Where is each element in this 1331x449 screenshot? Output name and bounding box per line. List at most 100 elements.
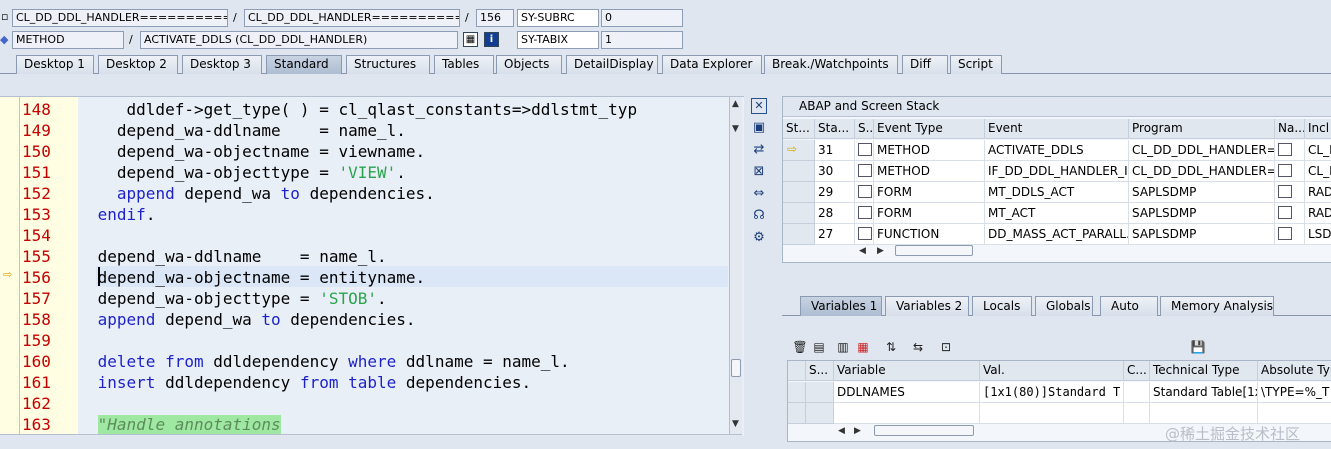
editor-vscroll-thumb[interactable]	[731, 359, 741, 377]
navigate-icon[interactable]	[1278, 227, 1292, 240]
stack-cell[interactable]	[855, 140, 874, 161]
tab-objects[interactable]: Objects	[496, 55, 562, 74]
maximize-icon[interactable]: ⊠	[751, 164, 767, 180]
variables-tab[interactable]: Variables 2	[885, 296, 969, 316]
stack-cell[interactable]: IF_DD_DDL_HANDLER_I...	[985, 161, 1129, 182]
stack-column-header[interactable]: Incl	[1305, 119, 1331, 139]
scroll-page-down-icon[interactable]: ▼	[732, 124, 739, 134]
variables-column-header[interactable]: Variable	[834, 361, 980, 381]
code-line[interactable]: append depend_wa to dependencies.	[88, 183, 435, 204]
stack-column-header[interactable]: Event	[985, 119, 1129, 139]
tab-desktop-1[interactable]: Desktop 1	[16, 55, 94, 74]
tab-script[interactable]: Script	[950, 55, 1002, 74]
navigate-icon[interactable]	[1278, 164, 1292, 177]
stack-cell[interactable]	[855, 161, 874, 182]
scroll-up-arrow-icon[interactable]: ▲	[732, 99, 739, 109]
code-line[interactable]: delete from ddldependency where ddlname …	[88, 351, 570, 372]
variables-tab[interactable]: Memory Analysis	[1160, 296, 1274, 316]
code-line[interactable]: depend_wa-ddlname = name_l.	[88, 246, 387, 267]
stack-row-marker[interactable]: ⇨	[783, 140, 815, 161]
swap-icon[interactable]: ⇔	[751, 186, 767, 202]
variables-cell[interactable]: DDLNAMES	[834, 382, 980, 403]
code-line[interactable]: depend_wa-objectname = entityname.	[88, 267, 426, 288]
stack-scroll-right-icon[interactable]: ▶	[877, 246, 884, 256]
stack-cell[interactable]	[855, 203, 874, 224]
variables-column-header[interactable]	[788, 361, 806, 381]
stack-column-header[interactable]: Program	[1129, 119, 1275, 139]
stack-cell[interactable]: CL_DD_DDL_HANDLER=...	[1129, 140, 1275, 161]
stack-cell[interactable]: 28	[815, 203, 855, 224]
import-icon[interactable]: ⇆	[910, 339, 926, 355]
services-icon[interactable]: ☊	[751, 208, 767, 224]
sysvar-name-tabix[interactable]: SY-TABIX	[517, 31, 599, 49]
variables-row-marker[interactable]	[788, 382, 806, 403]
stack-cell[interactable]: METHOD	[874, 140, 985, 161]
variables-column-header[interactable]: Technical Type	[1150, 361, 1258, 381]
variables-cell[interactable]	[1150, 403, 1258, 424]
stack-cell[interactable]	[855, 224, 874, 245]
stack-column-header[interactable]: Na...	[1275, 119, 1305, 139]
code-line[interactable]: append depend_wa to dependencies.	[88, 309, 416, 330]
variables-column-header[interactable]: S...	[806, 361, 834, 381]
info-icon[interactable]: i	[484, 32, 499, 47]
scroll-down-arrow-icon[interactable]: ▼	[732, 419, 739, 429]
stack-cell[interactable]: 30	[815, 161, 855, 182]
variables-cell[interactable]	[1258, 403, 1331, 424]
tab-standard[interactable]: Standard	[266, 55, 342, 74]
stack-row-marker[interactable]	[783, 203, 815, 224]
stack-column-header[interactable]: S...	[855, 119, 874, 139]
stack-cell[interactable]	[1275, 182, 1305, 203]
settings-icon[interactable]: ⚙	[751, 230, 767, 246]
variables-cell[interactable]	[834, 403, 980, 424]
code-line[interactable]: ddldef->get_type( ) = cl_qlast_constants…	[88, 99, 638, 120]
stack-cell[interactable]: FORM	[874, 182, 985, 203]
tab-desktop-2[interactable]: Desktop 2	[98, 55, 178, 74]
include-field[interactable]: CL_DD_DDL_HANDLER============	[244, 9, 460, 27]
delete-icon[interactable]: 🗑	[792, 339, 808, 355]
variables-cell[interactable]: [1x1(80)]Standard T...	[980, 382, 1124, 403]
event-type-field[interactable]: METHOD	[12, 31, 124, 49]
tab-break-watchpoints[interactable]: Break./Watchpoints	[764, 55, 898, 74]
stack-cell[interactable]: LSDI	[1305, 224, 1331, 245]
stack-cell[interactable]	[1275, 161, 1305, 182]
stack-cell[interactable]: SAPLSDMP	[1129, 182, 1275, 203]
stack-cell[interactable]: MT_ACT	[985, 203, 1129, 224]
new-tool-icon[interactable]: ▣	[751, 120, 767, 136]
stack-row-marker[interactable]	[783, 161, 815, 182]
stack-cell[interactable]: ACTIVATE_DDLS	[985, 140, 1129, 161]
stack-hscroll-thumb[interactable]	[895, 245, 973, 256]
tab-tables[interactable]: Tables	[434, 55, 494, 74]
code-line[interactable]: insert ddldependency from table dependen…	[88, 372, 532, 393]
sysvar-value-tabix[interactable]: 1	[601, 31, 683, 49]
stack-cell[interactable]: RAD	[1305, 182, 1331, 203]
sort-icon[interactable]: ⇅	[883, 339, 899, 355]
stack-cell[interactable]	[855, 182, 874, 203]
tab-data-explorer[interactable]: Data Explorer	[662, 55, 762, 74]
stack-cell[interactable]	[1275, 224, 1305, 245]
var-scroll-right-icon[interactable]: ▶	[854, 426, 861, 436]
variables-cell[interactable]	[1124, 382, 1150, 403]
stack-cell[interactable]: MT_DDLS_ACT	[985, 182, 1129, 203]
var-hscroll-thumb[interactable]	[874, 425, 974, 436]
var-scroll-left-icon[interactable]: ◀	[838, 426, 845, 436]
stack-horizontal-scrollbar[interactable]: ◀ ▶	[857, 244, 997, 258]
remove-variable-icon[interactable]: ▦	[855, 339, 871, 355]
variables-cell[interactable]: Standard Table[1x...	[1150, 382, 1258, 403]
save-icon[interactable]: 💾	[1190, 339, 1206, 355]
sysvar-name-subrc[interactable]: SY-SUBRC	[517, 9, 599, 27]
sysvar-value-subrc[interactable]: 0	[601, 9, 683, 27]
navigate-icon[interactable]	[1278, 143, 1292, 156]
navigate-icon[interactable]	[1278, 185, 1292, 198]
stack-cell[interactable]: METHOD	[874, 161, 985, 182]
line-number-field[interactable]: 156	[476, 9, 514, 27]
code-line[interactable]: depend_wa-objecttype = 'STOB'.	[88, 288, 387, 309]
variables-tab[interactable]: Locals	[972, 296, 1032, 316]
code-line[interactable]: depend_wa-objecttype = 'VIEW'.	[88, 162, 406, 183]
variables-column-header[interactable]: Absolute Typ	[1258, 361, 1331, 381]
editor-vertical-scrollbar[interactable]: ▲ ▼ ▼	[729, 97, 742, 436]
stack-column-header[interactable]: Event Type	[874, 119, 985, 139]
source-code-editor[interactable]: ⇨ 148 ddldef->get_type( ) = cl_qlast_con…	[0, 96, 744, 436]
navigate-icon[interactable]	[1278, 206, 1292, 219]
variables-cell[interactable]	[1124, 403, 1150, 424]
replace-tool-icon[interactable]: ⇄	[751, 142, 767, 158]
